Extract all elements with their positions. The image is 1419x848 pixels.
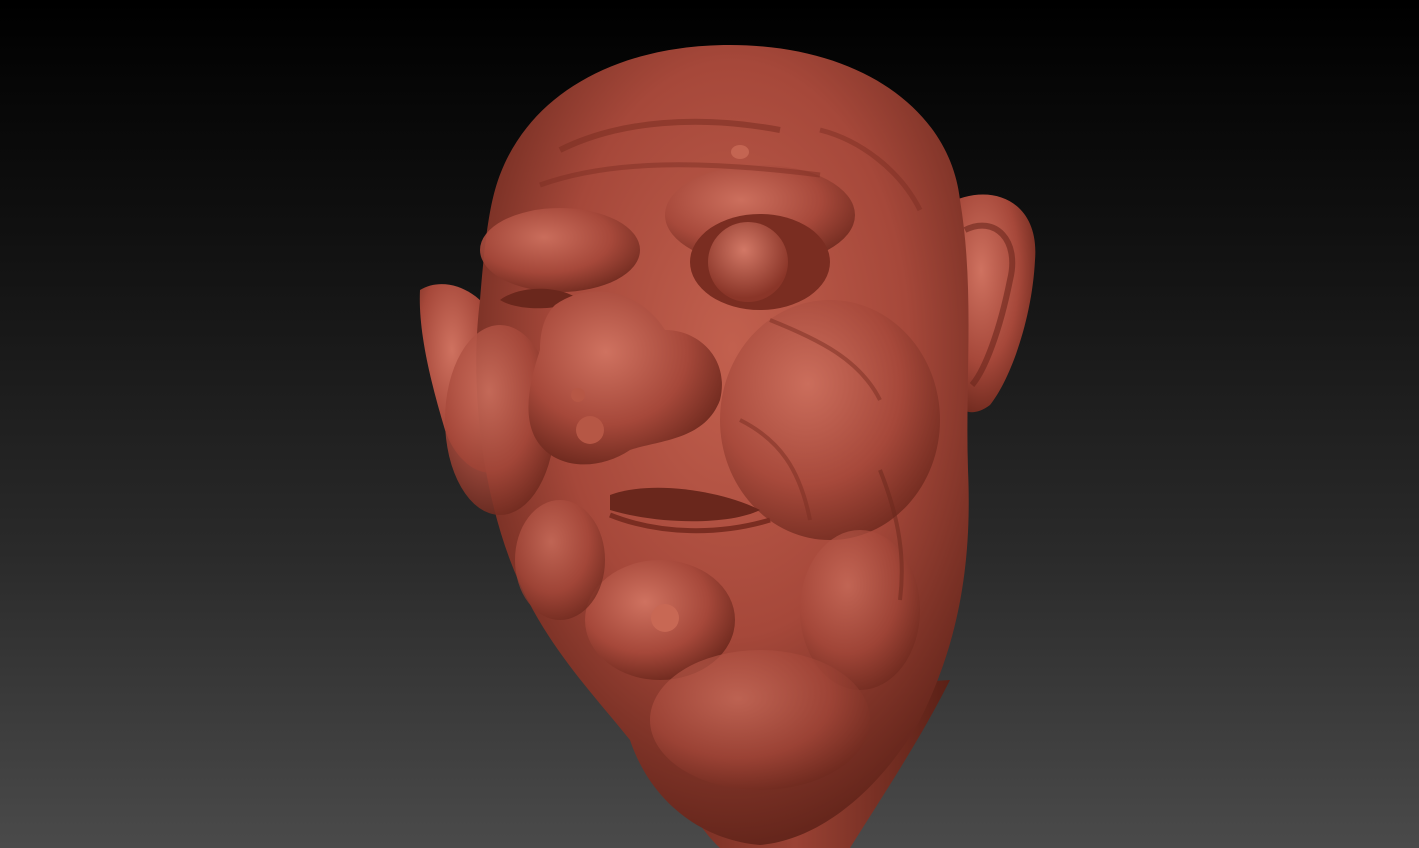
right-cheek <box>720 300 940 540</box>
eyeball <box>708 222 788 302</box>
chin-wart <box>651 604 679 632</box>
sculpt-canvas <box>419 45 1036 848</box>
3d-viewport[interactable] <box>0 0 1419 848</box>
left-brow <box>480 208 640 292</box>
